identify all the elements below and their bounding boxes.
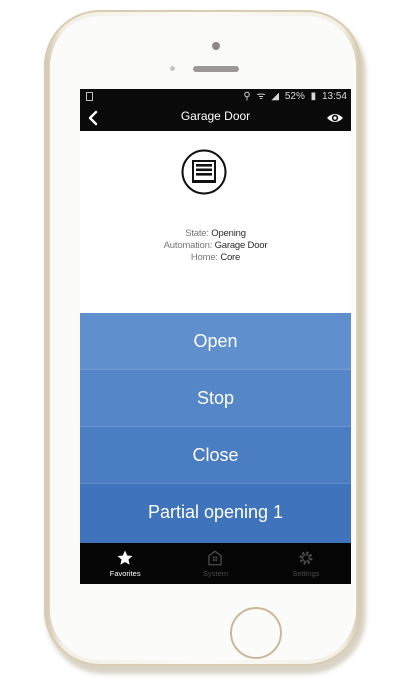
state-row: State: Opening [80, 228, 351, 240]
state-label: State: [185, 228, 209, 239]
signal-icon: ◢ [271, 91, 280, 102]
home-value: Core [220, 252, 241, 263]
battery-percent: 52% [284, 91, 305, 102]
device-info-panel: State: Opening Automation: Garage Door H… [80, 131, 351, 313]
star-icon [117, 550, 133, 565]
automation-label: Automation: [163, 240, 213, 251]
tab-system[interactable]: System [170, 543, 260, 584]
front-camera [212, 42, 220, 50]
action-list: Open Stop Close Partial opening 1 [80, 313, 351, 544]
home-button[interactable] [230, 607, 282, 659]
device-details: State: Opening Automation: Garage Door H… [80, 228, 351, 264]
page-title: Garage Door [180, 109, 251, 123]
garage-door-icon [181, 149, 227, 195]
stop-button[interactable]: Stop [80, 370, 351, 427]
app-screenshot: ⚲ ᯤ ◢ 52% ▮ 13:54 Garage Door State: Ope… [0, 0, 409, 679]
battery-icon: ▮ [310, 91, 317, 102]
state-value: Opening [211, 228, 246, 239]
wifi-icon: ᯤ [256, 91, 266, 102]
clock: 13:54 [321, 91, 347, 102]
close-button[interactable]: Close [80, 427, 351, 484]
home-label: Home: [190, 252, 218, 263]
tab-system-label: System [202, 569, 228, 578]
eye-icon [327, 114, 343, 122]
automation-row: Automation: Garage Door [80, 240, 351, 252]
status-indicators: ⚲ ᯤ ◢ 52% ▮ 13:54 [240, 89, 347, 105]
earpiece-speaker [193, 66, 239, 72]
tab-settings-label: Settings [292, 569, 320, 578]
tab-favorites[interactable]: Favorites [80, 543, 170, 584]
proximity-sensor [170, 66, 175, 71]
open-button[interactable]: Open [80, 313, 351, 370]
tab-settings[interactable]: Settings [261, 543, 351, 584]
phone-screen: ⚲ ᯤ ◢ 52% ▮ 13:54 Garage Door State: Ope… [80, 89, 351, 584]
partial-opening-button[interactable]: Partial opening 1 [80, 484, 351, 544]
bottom-tab-bar: Favorites System Settings [80, 543, 351, 584]
location-icon: ⚲ [243, 91, 251, 102]
home-row: Home: Core [80, 252, 351, 264]
tab-favorites-label: Favorites [109, 569, 141, 578]
house-icon [208, 550, 223, 566]
gear-icon [299, 551, 313, 565]
navigation-bar: Garage Door [80, 105, 351, 131]
visibility-button[interactable] [326, 110, 344, 126]
notification-icon [86, 92, 93, 101]
automation-value: Garage Door [214, 240, 268, 251]
status-bar: ⚲ ᯤ ◢ 52% ▮ 13:54 [80, 89, 351, 105]
